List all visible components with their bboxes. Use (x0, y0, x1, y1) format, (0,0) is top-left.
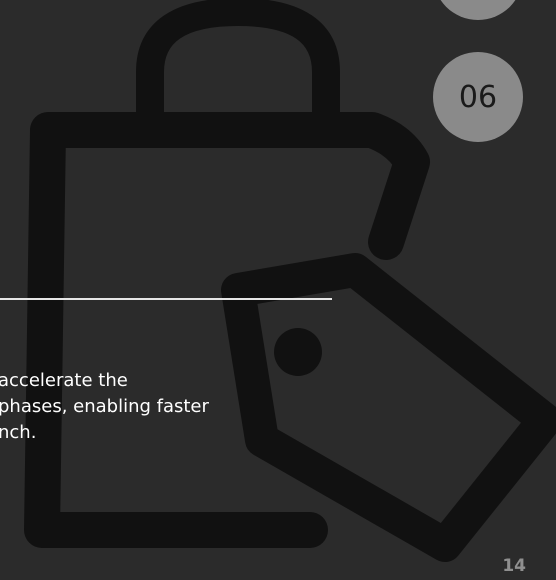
section-divider (0, 298, 332, 300)
step-indicator-current: 06 (433, 52, 523, 142)
description-line-3: nch. (0, 422, 37, 443)
slide: 06 accelerate the phases, enabling faste… (0, 0, 556, 580)
description-text: accelerate the phases, enabling faster n… (0, 368, 298, 446)
description-line-1: accelerate the (0, 370, 128, 391)
description-line-2: phases, enabling faster (0, 396, 209, 417)
page-number: 14 (502, 556, 526, 576)
